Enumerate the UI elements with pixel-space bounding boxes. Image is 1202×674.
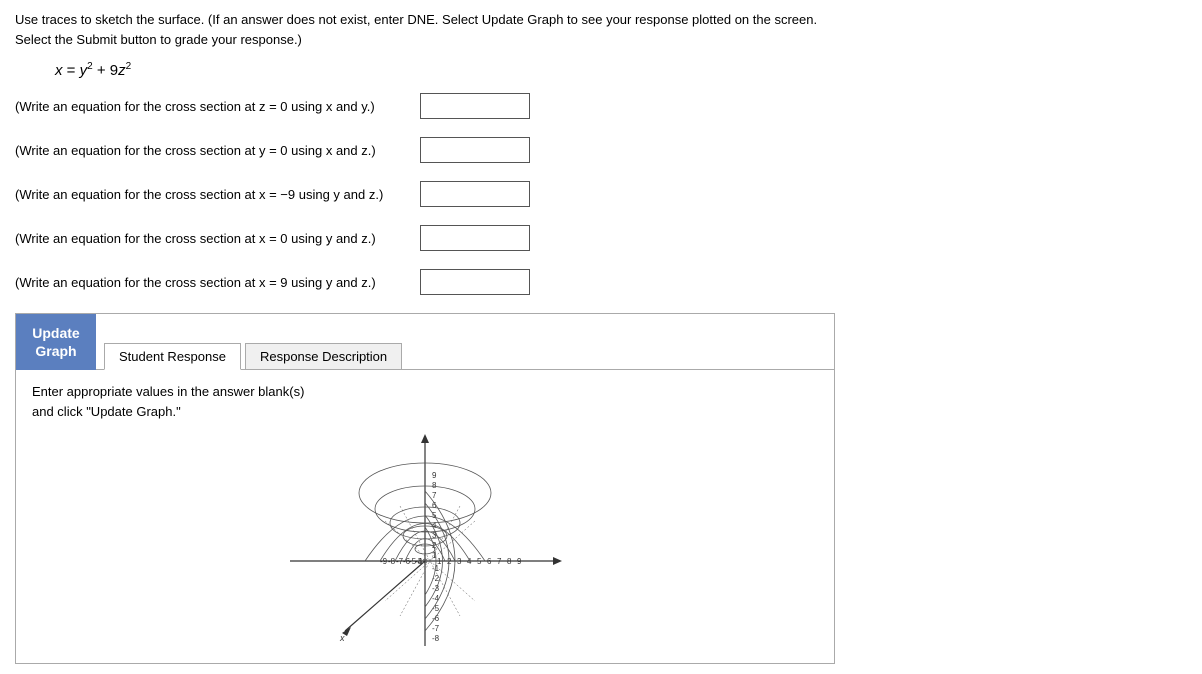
bottom-panel: UpdateGraph Student Response Response De… (15, 313, 835, 664)
cross-section-label-1: (Write an equation for the cross section… (15, 99, 405, 114)
answer-box-1[interactable] (420, 93, 530, 119)
cross-section-label-4: (Write an equation for the cross section… (15, 231, 405, 246)
cross-section-row-5: (Write an equation for the cross section… (15, 269, 1187, 295)
svg-text:9: 9 (432, 471, 437, 480)
cross-section-row-2: (Write an equation for the cross section… (15, 137, 1187, 163)
cross-section-row-4: (Write an equation for the cross section… (15, 225, 1187, 251)
tabs-container: Student Response Response Description (96, 314, 834, 370)
answer-box-4[interactable] (420, 225, 530, 251)
answer-box-2[interactable] (420, 137, 530, 163)
answer-input-3[interactable] (421, 182, 529, 206)
update-graph-button[interactable]: UpdateGraph (16, 314, 96, 370)
svg-text:-7: -7 (432, 624, 440, 633)
svg-text:1: 1 (437, 557, 442, 566)
tab-student-response[interactable]: Student Response (104, 343, 241, 370)
cross-section-label-5: (Write an equation for the cross section… (15, 275, 405, 290)
cross-section-row-3: (Write an equation for the cross section… (15, 181, 1187, 207)
answer-box-5[interactable] (420, 269, 530, 295)
graph-container: 9 8 7 6 5 4 3 2 1 -1 -2 -3 -4 -5 -6 -7 -… (285, 431, 565, 651)
instructions-text: Use traces to sketch the surface. (If an… (15, 10, 835, 49)
graph-svg: 9 8 7 6 5 4 3 2 1 -1 -2 -3 -4 -5 -6 -7 -… (285, 431, 565, 651)
svg-text:x: x (339, 633, 345, 643)
cross-section-row-1: (Write an equation for the cross section… (15, 93, 1187, 119)
svg-text:-8: -8 (388, 557, 396, 566)
svg-text:5: 5 (477, 557, 482, 566)
answer-input-4[interactable] (421, 226, 529, 250)
svg-text:8: 8 (432, 481, 437, 490)
svg-text:6: 6 (487, 557, 492, 566)
panel-header: UpdateGraph Student Response Response De… (16, 314, 834, 370)
svg-text:8: 8 (507, 557, 512, 566)
answer-input-5[interactable] (421, 270, 529, 294)
svg-text:7: 7 (497, 557, 502, 566)
svg-text:-6: -6 (432, 614, 440, 623)
answer-input-2[interactable] (421, 138, 529, 162)
svg-text:2: 2 (447, 557, 452, 566)
panel-body: Enter appropriate values in the answer b… (16, 370, 834, 663)
answer-box-3[interactable] (420, 181, 530, 207)
svg-text:-3: -3 (415, 557, 423, 566)
cross-section-label-2: (Write an equation for the cross section… (15, 143, 405, 158)
cross-section-label-3: (Write an equation for the cross section… (15, 187, 405, 202)
svg-text:3: 3 (457, 557, 462, 566)
answer-input-1[interactable] (421, 94, 529, 118)
main-equation: x = y2 + 9z2 (55, 61, 1187, 79)
svg-text:9: 9 (517, 557, 522, 566)
svg-text:4: 4 (467, 557, 472, 566)
svg-text:-8: -8 (432, 634, 440, 643)
tab-response-description[interactable]: Response Description (245, 343, 402, 369)
graph-instruction: Enter appropriate values in the answer b… (32, 382, 818, 421)
svg-text:7: 7 (432, 491, 437, 500)
